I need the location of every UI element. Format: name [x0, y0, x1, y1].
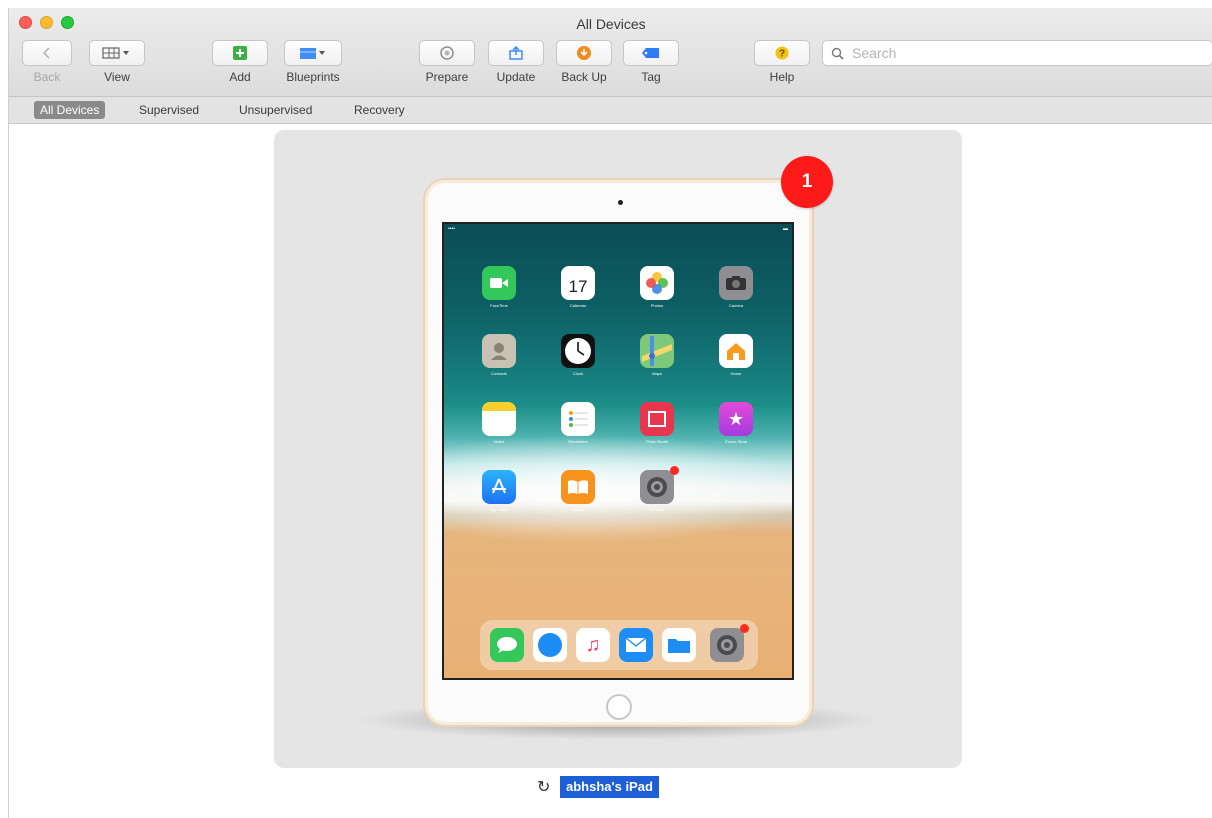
app-label: Notes [493, 439, 505, 444]
app-label: Maps [652, 371, 662, 376]
app-label: iTunes Store [724, 439, 748, 444]
update-toolbar-item[interactable]: Update [488, 40, 544, 84]
search-input[interactable] [850, 44, 1194, 62]
add-toolbar-item[interactable]: Add [212, 40, 268, 84]
blueprints-label: Blueprints [286, 70, 340, 84]
app-label: Settings [649, 507, 665, 512]
scope-bar: All Devices Supervised Unsupervised Reco… [9, 97, 1212, 124]
blueprints-icon [300, 48, 325, 59]
app-label: FaceTime [490, 303, 508, 308]
app-label: iBooks [571, 507, 584, 512]
add-label: Add [229, 70, 251, 84]
backup-toolbar-item[interactable]: Back Up [556, 40, 612, 84]
app-label: Home [730, 371, 742, 376]
home-app-icon [719, 334, 753, 368]
scope-all-devices[interactable]: All Devices [34, 101, 106, 119]
view-label: View [104, 70, 130, 84]
messages-icon [490, 628, 524, 662]
view-button[interactable] [89, 40, 145, 66]
tag-label: Tag [641, 70, 661, 84]
prepare-label: Prepare [425, 70, 469, 84]
device-count-badge: 1 [781, 156, 833, 208]
tag-toolbar-item[interactable]: Tag [623, 40, 679, 84]
chevron-left-icon [42, 47, 50, 59]
safari-icon [533, 628, 567, 662]
blueprints-button[interactable] [284, 40, 342, 66]
front-camera [618, 200, 623, 205]
titlebar: All Devices Back View Add Blueprints Pre… [9, 8, 1212, 97]
scope-unsupervised[interactable]: Unsupervised [233, 101, 318, 119]
contacts-icon [482, 334, 516, 368]
device-name-label[interactable]: abhsha's iPad [560, 776, 659, 798]
camera-app-icon [719, 266, 753, 300]
settings-dock-icon [710, 628, 744, 662]
svg-text:?: ? [779, 49, 785, 60]
files-icon [662, 628, 696, 662]
notification-badge [740, 624, 749, 633]
update-label: Update [496, 70, 536, 84]
help-button[interactable]: ? [754, 40, 810, 66]
prepare-toolbar-item[interactable]: Prepare [419, 40, 475, 84]
blueprints-toolbar-item[interactable]: Blueprints [284, 40, 342, 84]
app-label: Camera [728, 303, 744, 308]
prepare-icon [440, 46, 454, 60]
app-label: Calendar [569, 303, 587, 308]
tag-icon [642, 48, 659, 58]
sync-icon: ↻ [537, 779, 551, 796]
back-label: Back [33, 70, 61, 84]
app-label: Clock [572, 371, 583, 376]
app-store-icon [482, 470, 516, 504]
window-title: All Devices [576, 16, 646, 32]
search-field[interactable] [822, 40, 1212, 66]
update-button[interactable] [488, 40, 544, 66]
app-label: Reminders [568, 439, 588, 444]
back-toolbar-item[interactable]: Back [22, 40, 72, 84]
scope-recovery[interactable]: Recovery [348, 101, 411, 119]
backup-button[interactable] [556, 40, 612, 66]
backup-icon [577, 46, 591, 60]
photos-icon [640, 266, 674, 300]
scope-supervised[interactable]: Supervised [133, 101, 205, 119]
prepare-button[interactable] [419, 40, 475, 66]
help-icon: ? [775, 46, 789, 60]
backup-label: Back Up [561, 70, 607, 84]
ipad-screen: •••• ▬ FaceTime 17 Calendar Photos Camera… [442, 222, 794, 680]
update-icon [509, 45, 523, 60]
notes-icon [482, 402, 516, 436]
music-icon: ♫ [576, 628, 610, 662]
tag-button[interactable] [623, 40, 679, 66]
facetime-icon [482, 266, 516, 300]
app-label: Photos [650, 303, 664, 308]
clock-icon [561, 334, 595, 368]
itunes-store-icon: ★ [719, 402, 753, 436]
grid-view-icon [102, 47, 129, 59]
mail-icon [619, 628, 653, 662]
app-label: Photo Booth [645, 439, 669, 444]
calendar-day: 17 [568, 276, 588, 296]
ipad-status-bar: •••• ▬ [448, 226, 788, 232]
add-icon [233, 46, 247, 60]
home-button [606, 694, 632, 720]
photo-booth-icon [640, 402, 674, 436]
search-icon [831, 47, 844, 60]
maps-icon [640, 334, 674, 368]
notification-badge [670, 466, 679, 475]
app-label: Contacts [491, 371, 507, 376]
view-toolbar-item[interactable]: View [89, 40, 145, 84]
help-label: Help [769, 70, 795, 84]
calendar-icon: 17 [561, 266, 595, 300]
reminders-icon [561, 402, 595, 436]
back-button[interactable] [22, 40, 72, 66]
app-label: App Store [490, 507, 508, 512]
add-button[interactable] [212, 40, 268, 66]
ibooks-icon [561, 470, 595, 504]
help-toolbar-item[interactable]: ? Help [754, 40, 810, 84]
settings-icon [640, 470, 674, 504]
